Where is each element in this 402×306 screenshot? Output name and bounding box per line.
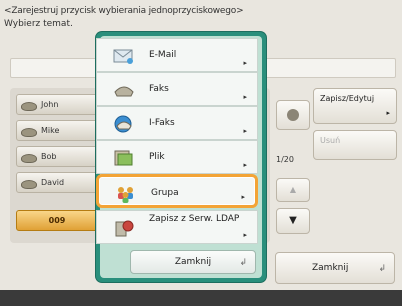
menu-item-ldap[interactable]: Zapisz z Serw. LDAP ▸ xyxy=(96,210,258,244)
gear-icon xyxy=(287,109,299,121)
scroll-up-button[interactable]: ▲ xyxy=(276,178,310,202)
group-icon xyxy=(118,187,133,203)
arrow-down-icon: ▼ xyxy=(289,215,297,226)
scroll-down-button[interactable]: ▼ xyxy=(276,208,310,234)
chevron-right-icon: ▸ xyxy=(243,93,247,101)
menu-item-file[interactable]: Plik ▸ xyxy=(96,140,258,174)
selected-list-item[interactable]: 009 xyxy=(16,210,98,231)
contact-icon xyxy=(21,178,39,189)
screen-title: <Zarejestruj przycisk wybierania jednopr… xyxy=(4,6,244,16)
menu-item-fax[interactable]: Faks ▸ xyxy=(96,72,258,106)
save-edit-button[interactable]: Zapisz/Edytuj ▸ xyxy=(313,88,397,124)
file-icon xyxy=(114,150,133,166)
chevron-right-icon: ▸ xyxy=(241,193,245,201)
return-icon: ↲ xyxy=(239,258,247,268)
arrow-up-icon: ▲ xyxy=(289,185,297,194)
list-item[interactable]: Bob xyxy=(16,146,98,167)
email-icon xyxy=(113,49,133,64)
contact-icon xyxy=(21,152,39,163)
page-counter: 1/20 xyxy=(276,155,294,164)
list-item[interactable]: Mike xyxy=(16,120,98,141)
chevron-right-icon: ▸ xyxy=(243,127,247,135)
status-bar xyxy=(0,290,402,306)
list-item[interactable]: David xyxy=(16,172,98,193)
chevron-right-icon: ▸ xyxy=(243,161,247,169)
return-icon: ↲ xyxy=(378,264,386,274)
menu-item-email[interactable]: E-Mail ▸ xyxy=(96,38,258,72)
contact-icon xyxy=(21,100,39,111)
list-item[interactable]: John xyxy=(16,94,98,115)
menu-item-ifax[interactable]: I-Faks ▸ xyxy=(96,106,258,140)
popup-close-button[interactable]: Zamknij ↲ xyxy=(130,250,256,274)
delete-button[interactable]: Usuń xyxy=(313,130,397,160)
chevron-right-icon: ▸ xyxy=(386,109,390,117)
ifax-icon xyxy=(114,115,132,133)
screen-instruction: Wybierz temat. xyxy=(4,19,73,29)
ldap-icon xyxy=(115,220,134,237)
contact-icon xyxy=(21,126,39,137)
chevron-right-icon: ▸ xyxy=(243,231,247,239)
tools-button[interactable] xyxy=(276,100,310,130)
chevron-right-icon: ▸ xyxy=(243,59,247,67)
fax-icon xyxy=(114,86,134,97)
close-button[interactable]: Zamknij ↲ xyxy=(275,252,395,284)
menu-item-group[interactable]: Grupa ▸ xyxy=(96,174,258,208)
